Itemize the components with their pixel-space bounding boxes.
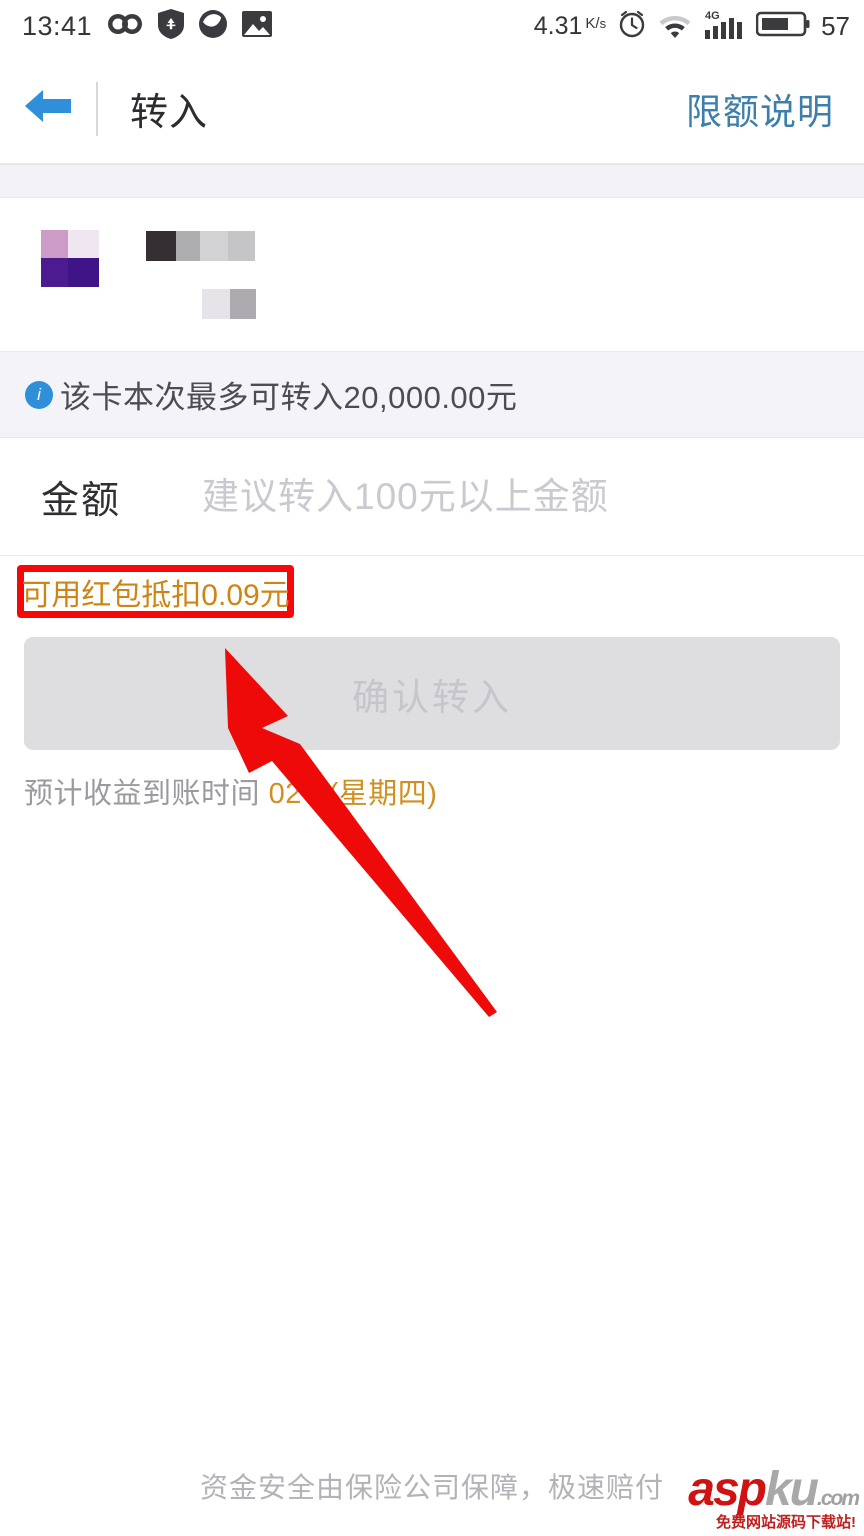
red-highlight-box: 可用红包抵扣0.09元 <box>17 565 294 618</box>
redacted-card-number <box>202 289 256 319</box>
status-bar-left: 13:41 <box>0 8 273 44</box>
svg-text:4G: 4G <box>705 10 720 22</box>
header-divider <box>96 81 98 136</box>
infinity-icon <box>106 11 144 42</box>
aspku-watermark: aspku.com 免费网站源码下载站! <box>682 1466 860 1532</box>
watermark-ku: ku <box>764 1463 819 1516</box>
watermark-asp: asp <box>688 1463 767 1516</box>
limit-explanation-link[interactable]: 限额说明 <box>686 83 834 135</box>
bank-card-icon-redacted <box>41 230 99 287</box>
status-time: 13:41 <box>22 10 93 41</box>
bank-card-text-redacted <box>146 231 256 319</box>
card-limit-text: 该卡本次最多可转入20,000.00元 <box>60 380 518 415</box>
eta-date: 02-1 <box>268 778 329 810</box>
network-speed: 4.31 K/s <box>533 11 607 40</box>
section-spacer <box>0 165 864 198</box>
bank-card-row[interactable] <box>0 198 864 352</box>
redacted-card-name <box>146 231 256 261</box>
signal-bars-icon: 4G <box>703 8 745 45</box>
status-bar: 13:41 4.31 K/s 4G 57 <box>0 0 864 52</box>
moon-circle-icon <box>198 9 228 44</box>
battery-percentage: 57 <box>821 10 850 41</box>
redpacket-discount-text: 可用红包抵扣0.09元 <box>21 578 290 612</box>
watermark-com: .com <box>816 1487 860 1510</box>
yen-shield-icon <box>158 8 185 44</box>
back-arrow-icon <box>21 84 75 133</box>
info-circle-icon: i <box>25 380 53 409</box>
back-button[interactable] <box>0 84 96 133</box>
page-title: 转入 <box>130 92 209 134</box>
amount-label: 金额 <box>41 480 122 522</box>
eta-prefix: 预计收益到账时间 <box>24 778 269 810</box>
wifi-icon <box>658 10 692 43</box>
eta-weekday: (星期四) <box>328 778 438 810</box>
battery-icon <box>755 9 810 44</box>
phone-screen: 13:41 4.31 K/s 4G 57 转入 限额说明 i 该卡本次最多可转入… <box>0 0 864 1536</box>
amount-input[interactable] <box>202 475 763 518</box>
footer-text: 资金安全由保险公司保障，极速赔付 <box>199 1472 664 1503</box>
alarm-clock-icon <box>617 9 647 44</box>
gallery-icon <box>242 10 273 42</box>
status-bar-right: 4.31 K/s 4G 57 <box>534 0 850 52</box>
app-header: 转入 限额说明 <box>0 52 864 165</box>
amount-row: 金额 <box>0 438 864 556</box>
card-limit-notice: i 该卡本次最多可转入20,000.00元 <box>0 352 864 438</box>
confirm-transfer-button[interactable]: 确认转入 <box>24 637 840 750</box>
estimated-earnings-time: 预计收益到账时间 02-1(星期四) <box>24 770 437 812</box>
watermark-subtext: 免费网站源码下载站! <box>716 1514 856 1531</box>
